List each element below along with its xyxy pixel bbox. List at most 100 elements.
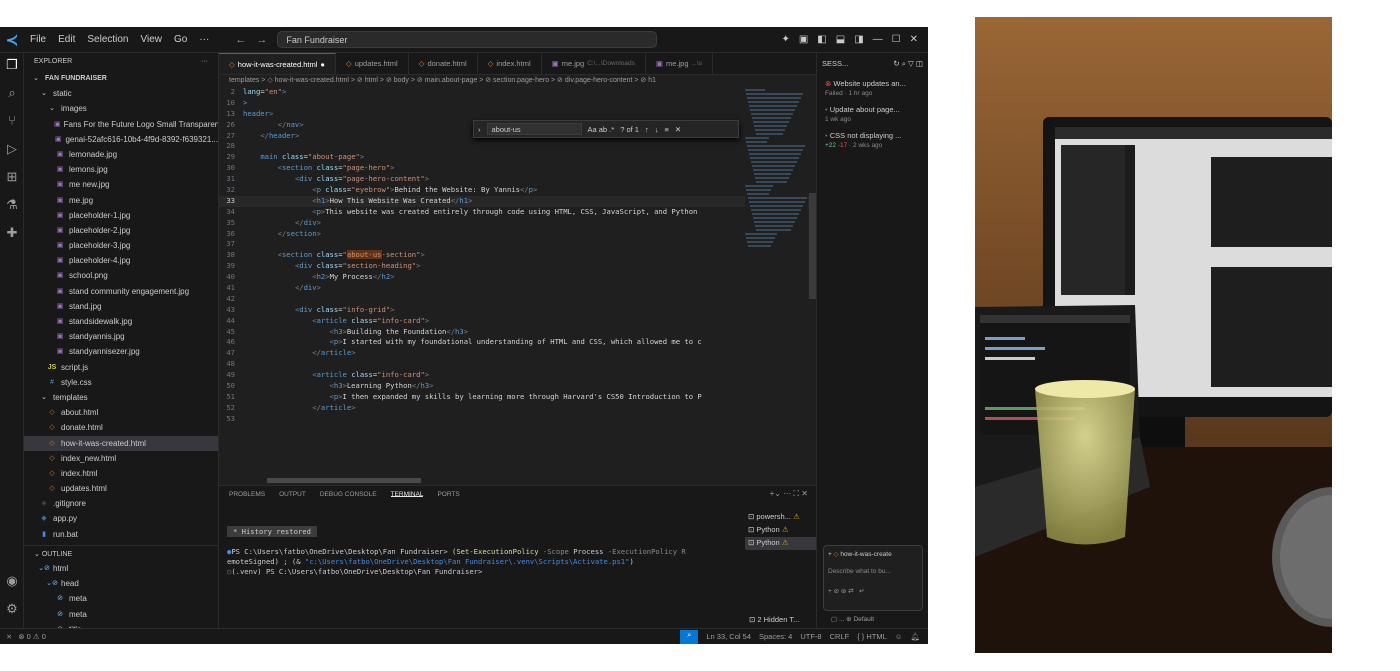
context-chip[interactable]: + ◇ how-it-was-create bbox=[828, 550, 918, 558]
find-options[interactable]: Aa ab .* bbox=[588, 125, 615, 134]
file-item[interactable]: ◇ donate.html bbox=[24, 420, 218, 435]
run-debug-icon[interactable]: ▷ bbox=[0, 141, 24, 157]
python-icon[interactable]: ✚ bbox=[0, 225, 24, 241]
terminal-instance[interactable]: ⊡ Python ⚠ bbox=[745, 537, 816, 550]
file-item[interactable]: ◈ .gitignore bbox=[24, 496, 218, 511]
file-item[interactable]: # style.css bbox=[24, 375, 218, 390]
vertical-scrollbar[interactable] bbox=[809, 193, 816, 299]
file-item[interactable]: ▣ me new.jpg bbox=[24, 177, 218, 192]
menu-item[interactable]: Edit bbox=[58, 34, 75, 45]
editor-tab[interactable]: ◇ updates.html bbox=[336, 53, 409, 74]
toggle-secondary-sidebar-icon[interactable]: ◨ bbox=[854, 34, 863, 45]
terminal-output[interactable]: * History restored ●PS C:\Users\fatbo\On… bbox=[227, 526, 737, 577]
menu-item[interactable]: Go bbox=[174, 34, 187, 45]
terminal-instance[interactable]: ⊡ Python ⚠ bbox=[745, 524, 816, 537]
panel-tab[interactable]: PORTS bbox=[437, 491, 459, 498]
close-icon[interactable]: ✕ bbox=[910, 34, 918, 45]
menu-item[interactable]: View bbox=[141, 34, 163, 45]
hidden-terminals[interactable]: ⊡ 2 Hidden T... bbox=[749, 615, 799, 624]
file-item[interactable]: ▣ placeholder-3.jpg bbox=[24, 238, 218, 253]
panel-tab[interactable]: DEBUG CONSOLE bbox=[320, 491, 377, 498]
file-item[interactable]: ▣ me.jpg bbox=[24, 193, 218, 208]
problems-count[interactable]: ⊗ 0 ⚠ 0 bbox=[18, 632, 46, 641]
file-item[interactable]: ▣ school.png bbox=[24, 268, 218, 283]
folder-item[interactable]: ⌄ templates bbox=[24, 390, 218, 405]
file-item[interactable]: ▣ stand community engagement.jpg bbox=[24, 284, 218, 299]
command-center-search[interactable]: Fan Fundraiser bbox=[277, 31, 658, 48]
layout-icon[interactable]: ▣ bbox=[799, 34, 808, 45]
file-item[interactable]: JS script.js bbox=[24, 360, 218, 375]
editor-tab[interactable]: ◇ index.html bbox=[478, 53, 542, 74]
breadcrumb[interactable]: templates > ◇ how-it-was-created.html > … bbox=[219, 75, 816, 87]
outline-item[interactable]: ⌄⊘ html bbox=[24, 561, 218, 576]
source-control-icon[interactable]: ⑂ bbox=[0, 113, 24, 128]
panel-tab[interactable]: OUTPUT bbox=[279, 491, 306, 498]
outline-item[interactable]: ⊘ meta bbox=[24, 591, 218, 606]
file-item[interactable]: ▣ standsidewalk.jpg bbox=[24, 314, 218, 329]
menu-item[interactable]: ··· bbox=[199, 34, 209, 45]
terminal-instance[interactable]: ⊡ powersh... ⚠ bbox=[745, 511, 816, 524]
file-item[interactable]: ◇ index_new.html bbox=[24, 451, 218, 466]
menu-item[interactable]: File bbox=[30, 34, 46, 45]
search-icon[interactable]: ⌕ bbox=[0, 85, 24, 101]
encoding[interactable]: UTF-8 bbox=[800, 632, 821, 641]
editor-tab[interactable]: ◇ how-it-was-created.html ● bbox=[219, 53, 336, 74]
testing-icon[interactable]: ⚗ bbox=[0, 197, 24, 213]
horizontal-scrollbar[interactable] bbox=[267, 478, 421, 483]
new-terminal-icon[interactable]: +⌄ bbox=[770, 489, 781, 498]
chevron-right-icon[interactable]: › bbox=[478, 125, 481, 134]
file-item[interactable]: ◇ updates.html bbox=[24, 481, 218, 496]
file-item[interactable]: ▣ standyannisezer.jpg bbox=[24, 344, 218, 359]
file-item[interactable]: ▣ placeholder-2.jpg bbox=[24, 223, 218, 238]
chat-input[interactable]: Describe what to bu... bbox=[828, 568, 918, 575]
file-item[interactable]: ▣ lemons.jpg bbox=[24, 162, 218, 177]
chat-session[interactable]: ⊗ Website updates an... Failed · 1 hr ago bbox=[817, 75, 928, 101]
file-item[interactable]: ▣ stand.jpg bbox=[24, 299, 218, 314]
file-item[interactable]: ▣ Fans For the Future Logo Small Transpar… bbox=[24, 117, 218, 132]
maximize-icon[interactable]: ☐ bbox=[892, 34, 901, 45]
close-panel-icon[interactable]: ✕ bbox=[801, 489, 808, 498]
outline-header[interactable]: ⌄ OUTLINE bbox=[24, 545, 218, 561]
find-in-selection-icon[interactable]: ≡ bbox=[664, 125, 668, 134]
account-icon[interactable]: ◉ bbox=[0, 573, 24, 589]
chat-session[interactable]: • Update about page... 1 wk ago bbox=[817, 101, 928, 127]
file-item[interactable]: ▣ genai-52afc616-10b4-4f9d-8392-f639321..… bbox=[24, 132, 218, 147]
panel-tab[interactable]: TERMINAL bbox=[390, 491, 424, 498]
language-mode[interactable]: { } HTML bbox=[857, 632, 887, 641]
file-item[interactable]: ◇ about.html bbox=[24, 405, 218, 420]
outline-item[interactable]: ⌄⊘ head bbox=[24, 576, 218, 591]
extensions-icon[interactable]: ⊞ bbox=[0, 169, 24, 185]
file-item[interactable]: ▣ lemonade.jpg bbox=[24, 147, 218, 162]
editor-tab[interactable]: ▣ me.jpg C:\...\Downloads bbox=[542, 53, 646, 74]
next-match-icon[interactable]: ↓ bbox=[655, 125, 659, 134]
chat-footer[interactable]: ▢ ... ⊕ Default bbox=[831, 615, 874, 623]
search-status-icon[interactable]: ⌕ bbox=[680, 629, 699, 644]
toggle-panel-icon[interactable]: ⬓ bbox=[836, 34, 845, 45]
previous-match-icon[interactable]: ↑ bbox=[645, 125, 649, 134]
toggle-sidebar-icon[interactable]: ◧ bbox=[817, 34, 826, 45]
maximize-panel-icon[interactable]: ⛶ bbox=[793, 489, 799, 498]
indentation[interactable]: Spaces: 4 bbox=[759, 632, 792, 641]
folder-item[interactable]: ⌄ images bbox=[24, 101, 218, 116]
forward-arrow-icon[interactable]: → bbox=[256, 34, 267, 46]
remote-icon[interactable]: ⨯ bbox=[6, 632, 12, 641]
editor-tab[interactable]: ◇ donate.html bbox=[409, 53, 478, 74]
copilot-icon[interactable]: ✦ bbox=[781, 34, 789, 45]
model-select[interactable]: Default bbox=[853, 616, 874, 623]
outline-item[interactable]: ⊘ meta bbox=[24, 607, 218, 622]
project-root[interactable]: ⌄ FAN FUNDRAISER bbox=[24, 71, 218, 86]
file-item[interactable]: ▮ run.bat bbox=[24, 527, 218, 542]
line-ending[interactable]: CRLF bbox=[830, 632, 850, 641]
file-item[interactable]: ▣ standyannis.jpg bbox=[24, 329, 218, 344]
more-icon[interactable]: ··· bbox=[783, 489, 791, 498]
find-input[interactable]: about-us bbox=[486, 123, 582, 135]
notifications-icon[interactable]: 🔔︎ bbox=[910, 632, 920, 641]
settings-gear-icon[interactable]: ⚙ bbox=[0, 601, 24, 617]
file-item[interactable]: ◆ app.py bbox=[24, 511, 218, 526]
more-icon[interactable]: ··· bbox=[201, 58, 208, 66]
editor-tab[interactable]: ▣ me.jpg ...\s bbox=[646, 53, 713, 74]
code-editor[interactable]: 2 lang="en"> 10 >13 header> 26 </nav> 27 </hea… bbox=[219, 87, 816, 485]
copilot-status-icon[interactable]: ☺ bbox=[895, 632, 903, 641]
minimap[interactable] bbox=[745, 87, 808, 327]
panel-tab[interactable]: PROBLEMS bbox=[229, 491, 265, 498]
